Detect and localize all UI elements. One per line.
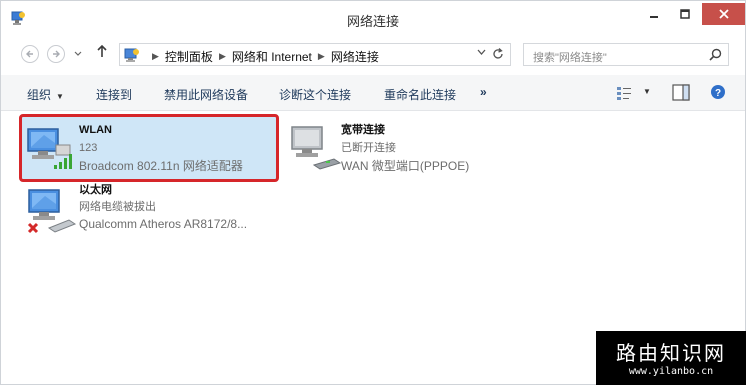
- connection-item-broadband[interactable]: 宽带连接 已断开连接 WAN 微型端口(PPPOE): [286, 117, 516, 179]
- change-view-icon[interactable]: [616, 85, 632, 101]
- minimize-icon: [650, 16, 658, 18]
- breadcrumb-separator-icon[interactable]: ▶: [152, 51, 159, 62]
- connection-status: 网络电缆被拔出: [79, 201, 156, 213]
- forward-arrow-icon: [53, 50, 60, 58]
- site-watermark: 路由知识网 www.yilanbo.cn: [596, 331, 746, 385]
- breadcrumb-control-panel[interactable]: 控制面板: [165, 48, 213, 65]
- connection-adapter: WAN 微型端口(PPPOE): [341, 159, 470, 173]
- connection-adapter: Qualcomm Atheros AR8172/8...: [79, 217, 248, 231]
- address-dropdown-icon[interactable]: [477, 49, 486, 56]
- watermark-url: www.yilanbo.cn: [628, 366, 714, 377]
- more-commands-button[interactable]: »: [480, 85, 487, 99]
- address-bar[interactable]: ▶ 控制面板 ▶ 网络和 Internet ▶ 网络连接: [119, 43, 511, 66]
- connection-name: 以太网: [79, 184, 112, 196]
- connection-status: 已断开连接: [341, 142, 396, 154]
- connection-name: 宽带连接: [341, 124, 385, 136]
- disable-device-button[interactable]: 禁用此网络设备: [164, 86, 248, 103]
- preview-pane-icon[interactable]: [672, 84, 690, 101]
- recent-locations-chevron-icon[interactable]: [74, 51, 82, 57]
- up-button[interactable]: [96, 44, 108, 61]
- breadcrumb-separator-icon[interactable]: ▶: [219, 51, 226, 62]
- wifi-adapter-icon: [27, 128, 72, 169]
- close-button[interactable]: [702, 3, 745, 25]
- breadcrumb-separator-icon[interactable]: ▶: [318, 51, 325, 62]
- maximize-button[interactable]: [672, 3, 698, 25]
- back-button[interactable]: [21, 45, 39, 63]
- control-panel-icon: [124, 48, 139, 62]
- title-bar: 网络连接: [1, 1, 745, 37]
- watermark-title: 路由知识网: [616, 341, 726, 365]
- search-placeholder: 搜索"网络连接": [533, 52, 607, 64]
- refresh-icon[interactable]: [491, 47, 505, 61]
- broadband-modem-icon: [291, 126, 342, 170]
- up-arrow-icon: [97, 44, 107, 57]
- help-icon[interactable]: ?: [710, 84, 726, 100]
- maximize-icon: [680, 9, 690, 19]
- forward-button[interactable]: [47, 45, 65, 63]
- svg-text:?: ?: [715, 88, 721, 99]
- view-options-dropdown-icon[interactable]: ▼: [643, 87, 651, 96]
- connection-adapter: Broadcom 802.11n 网络适配器: [79, 159, 243, 173]
- chevron-down-icon: ▼: [56, 92, 64, 101]
- connection-item-ethernet[interactable]: 以太网 网络电缆被拔出 Qualcomm Atheros AR8172/8...: [23, 182, 283, 242]
- network-connections-window: 网络连接 ▶ 控制面板 ▶ 网络和 Internet ▶ 网络连接 搜索"网络连…: [0, 0, 746, 385]
- connection-details: 以太网 网络电缆被拔出 Qualcomm Atheros AR8172/8...: [79, 182, 247, 233]
- search-input[interactable]: 搜索"网络连接": [523, 43, 729, 66]
- command-toolbar: 组织 ▼ 连接到 禁用此网络设备 诊断这个连接 重命名此连接 » ▼ ?: [1, 75, 745, 111]
- back-arrow-icon: [26, 50, 33, 58]
- rename-button[interactable]: 重命名此连接: [384, 86, 456, 103]
- minimize-button[interactable]: [640, 3, 668, 25]
- organize-label: 组织: [27, 88, 52, 102]
- diagnose-button[interactable]: 诊断这个连接: [279, 86, 351, 103]
- address-row: ▶ 控制面板 ▶ 网络和 Internet ▶ 网络连接 搜索"网络连接": [1, 37, 745, 71]
- close-icon: [718, 9, 729, 19]
- connection-status: 123: [79, 142, 98, 154]
- window-title: 网络连接: [346, 14, 399, 29]
- search-icon[interactable]: [709, 48, 722, 61]
- connect-to-button[interactable]: 连接到: [96, 86, 132, 103]
- connection-details: 宽带连接 已断开连接 WAN 微型端口(PPPOE): [341, 121, 469, 175]
- organize-button[interactable]: 组织 ▼: [27, 86, 64, 103]
- breadcrumb: ▶ 控制面板 ▶ 网络和 Internet ▶ 网络连接: [146, 48, 379, 65]
- connection-details: WLAN 123 Broadcom 802.11n 网络适配器: [79, 121, 243, 175]
- breadcrumb-network-internet[interactable]: 网络和 Internet: [232, 48, 312, 65]
- breadcrumb-network-connections[interactable]: 网络连接: [331, 48, 379, 65]
- connection-item-wlan[interactable]: WLAN 123 Broadcom 802.11n 网络适配器: [19, 114, 279, 182]
- ethernet-disconnected-icon: [27, 189, 77, 234]
- connection-name: WLAN: [79, 124, 112, 136]
